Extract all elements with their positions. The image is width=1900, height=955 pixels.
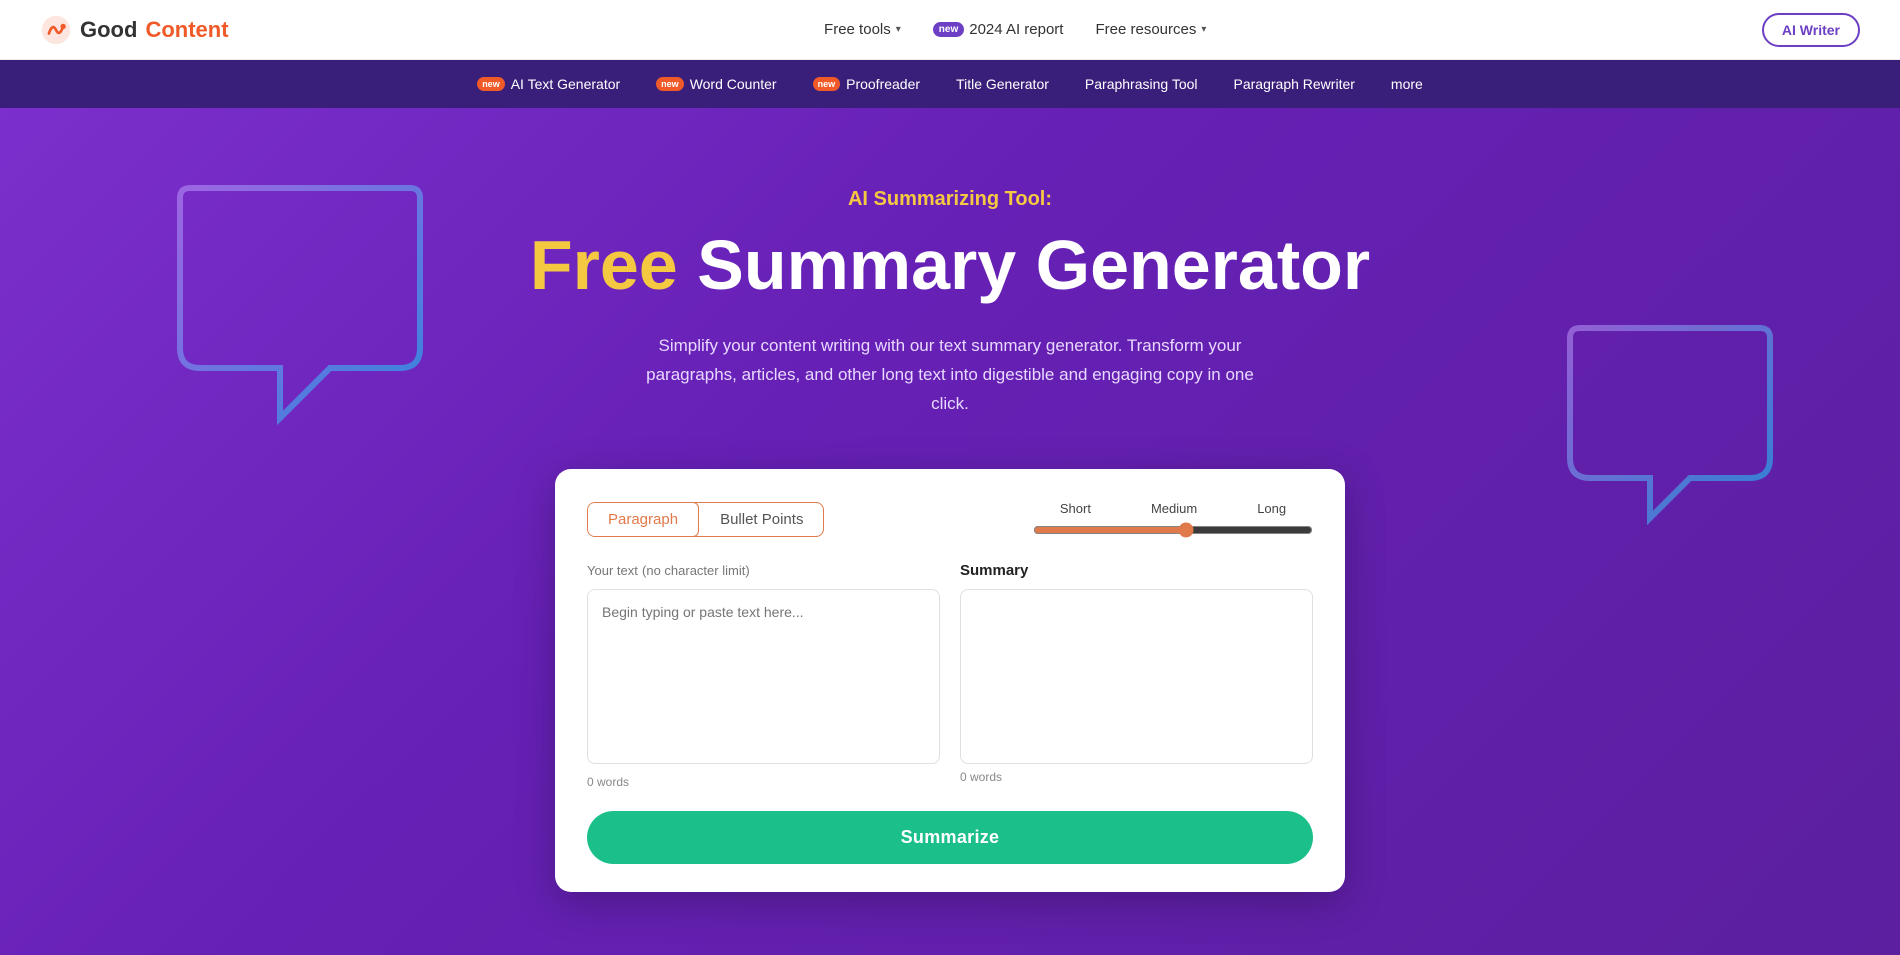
bubble-left-icon: [160, 168, 440, 448]
nav-right: AI Writer: [1762, 13, 1860, 47]
subnav-ai-text-gen[interactable]: new AI Text Generator: [463, 70, 634, 98]
bubble-right-icon: [1560, 308, 1780, 528]
hero-section: AI Summarizing Tool: Free Summary Genera…: [0, 108, 1900, 955]
input-word-count: 0 words: [587, 775, 940, 789]
ai-writer-button[interactable]: AI Writer: [1762, 13, 1860, 47]
slider-label-medium: Medium: [1151, 501, 1197, 516]
tab-bullet-points[interactable]: Bullet Points: [700, 503, 823, 536]
hero-title: Free Summary Generator: [530, 227, 1370, 304]
logo-icon: [40, 14, 72, 46]
output-word-count: 0 words: [960, 770, 1313, 784]
tool-card: Paragraph Bullet Points Short Medium Lon…: [555, 469, 1345, 892]
nav-ai-report[interactable]: new 2024 AI report: [933, 21, 1064, 38]
generate-button[interactable]: Summarize: [587, 811, 1313, 864]
new-badge: new: [656, 77, 684, 91]
slider-labels: Short Medium Long: [1060, 501, 1286, 516]
tab-group: Paragraph Bullet Points: [587, 502, 824, 537]
subnav-paraphrasing[interactable]: Paraphrasing Tool: [1071, 70, 1212, 98]
hero-title-rest: Summary Generator: [678, 226, 1370, 304]
new-badge: new: [813, 77, 841, 91]
subnav-more[interactable]: more: [1377, 70, 1437, 98]
slider-label-short: Short: [1060, 501, 1091, 516]
hero-subtitle: AI Summarizing Tool:: [848, 188, 1052, 211]
hero-description: Simplify your content writing with our t…: [640, 332, 1260, 419]
input-label: Your text (no character limit): [587, 562, 940, 579]
tab-paragraph[interactable]: Paragraph: [587, 502, 699, 537]
tool-card-header: Paragraph Bullet Points Short Medium Lon…: [587, 501, 1313, 538]
navbar: Good Content Free tools ▾ new 2024 AI rep…: [0, 0, 1900, 60]
logo-content: Content: [145, 17, 228, 43]
output-label: Summary: [960, 562, 1313, 579]
output-column: Summary 0 words: [960, 562, 1313, 789]
hero-title-free: Free: [530, 226, 678, 304]
nav-free-tools[interactable]: Free tools ▾: [824, 21, 901, 38]
input-column: Your text (no character limit) 0 words: [587, 562, 940, 789]
chevron-down-icon: ▾: [896, 24, 901, 35]
slider-group: Short Medium Long: [1033, 501, 1313, 538]
subnav-proofreader[interactable]: new Proofreader: [799, 70, 934, 98]
summary-output: [960, 589, 1313, 764]
new-badge: new: [933, 22, 964, 37]
length-slider[interactable]: [1033, 522, 1313, 538]
text-input[interactable]: [587, 589, 940, 764]
subnav: new AI Text Generator new Word Counter n…: [0, 60, 1900, 108]
subnav-paragraph-rewriter[interactable]: Paragraph Rewriter: [1220, 70, 1369, 98]
tool-columns: Your text (no character limit) 0 words S…: [587, 562, 1313, 789]
logo-good: Good: [80, 17, 137, 43]
chevron-down-icon: ▾: [1201, 24, 1206, 35]
subnav-title-gen[interactable]: Title Generator: [942, 70, 1063, 98]
nav-free-resources[interactable]: Free resources ▾: [1095, 21, 1206, 38]
new-badge: new: [477, 77, 505, 91]
subnav-word-counter[interactable]: new Word Counter: [642, 70, 790, 98]
slider-label-long: Long: [1257, 501, 1286, 516]
logo[interactable]: Good Content: [40, 14, 229, 46]
nav-links: Free tools ▾ new 2024 AI report Free res…: [269, 21, 1762, 38]
